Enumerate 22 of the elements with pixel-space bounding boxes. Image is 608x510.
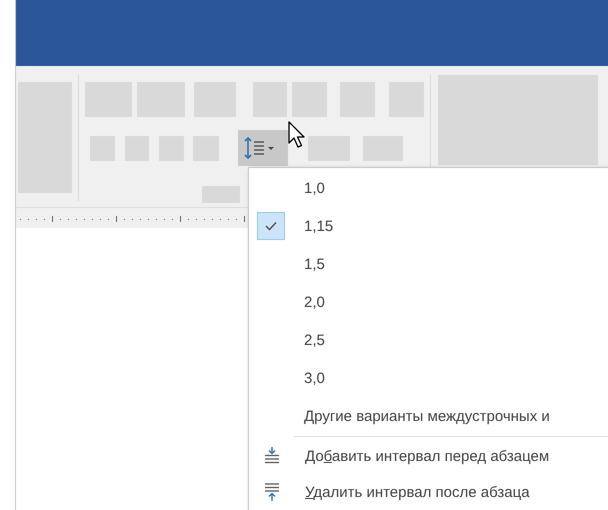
remove-space-after-icon bbox=[264, 483, 280, 501]
menu-item[interactable]: Другие варианты междустрочных и bbox=[249, 397, 608, 435]
menu-item[interactable]: Добавить интервал перед абзацем bbox=[249, 438, 608, 474]
menu-item-label: 1,15 bbox=[304, 218, 334, 234]
menu-item-label: Добавить интервал перед абзацем bbox=[305, 448, 550, 464]
line-spacing-icon bbox=[244, 137, 274, 159]
menu-item-label: 3,0 bbox=[304, 370, 325, 386]
menu-item-label: Другие варианты междустрочных и bbox=[304, 408, 550, 424]
menu-item[interactable]: 2,5 bbox=[249, 321, 608, 359]
menu-item[interactable]: Удалить интервал после абзаца bbox=[249, 474, 608, 510]
menu-item[interactable]: 2,0 bbox=[249, 283, 608, 321]
menu-item-label: 1,5 bbox=[304, 256, 325, 272]
menu-item-label: 2,0 bbox=[304, 294, 325, 310]
menu-item-label: 2,5 bbox=[304, 332, 325, 348]
add-space-before-icon bbox=[264, 447, 280, 465]
menu-item-label: Удалить интервал после абзаца bbox=[305, 484, 530, 500]
menu-item[interactable]: 1,15 bbox=[249, 207, 608, 245]
menu-item-label: 1,0 bbox=[304, 180, 325, 196]
line-spacing-button[interactable] bbox=[238, 130, 288, 166]
menu-item[interactable]: 1,0 bbox=[249, 169, 608, 207]
menu-item[interactable]: 3,0 bbox=[249, 359, 608, 397]
menu-item[interactable]: 1,5 bbox=[249, 245, 608, 283]
